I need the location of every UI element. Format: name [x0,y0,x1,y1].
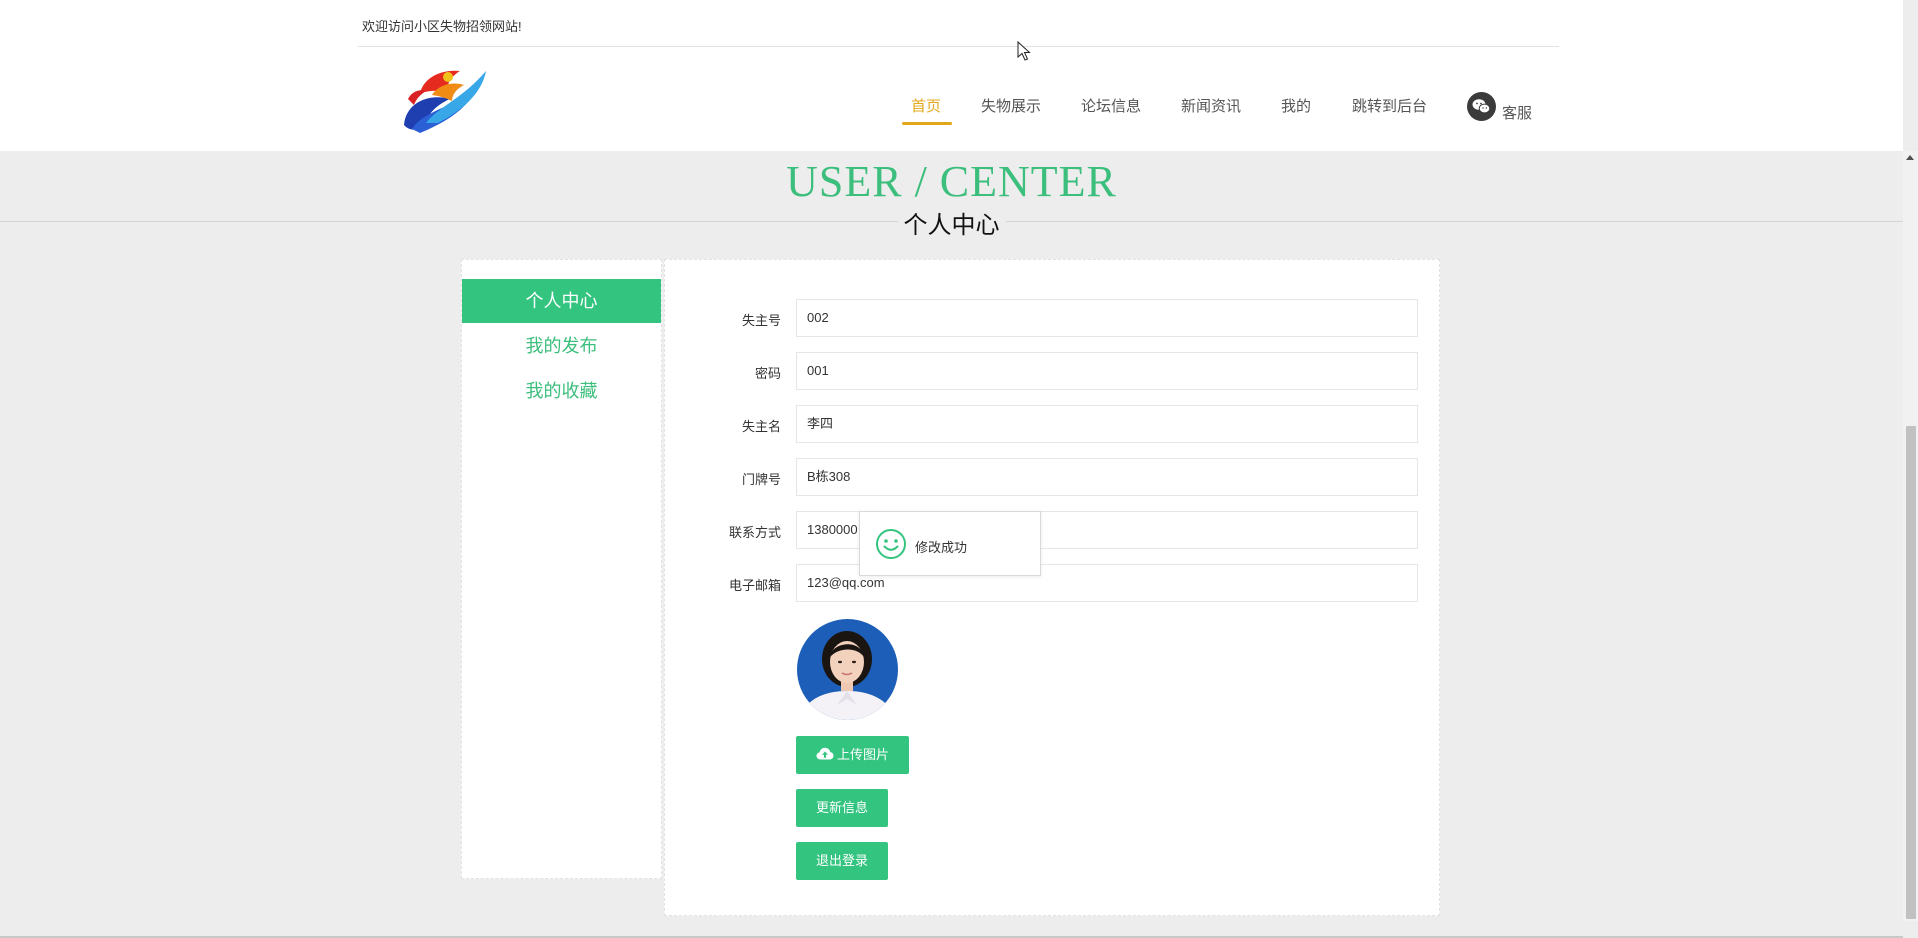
email-label: 电子邮箱 [728,578,781,593]
scroll-up-arrow-icon[interactable] [1906,155,1914,160]
password-field[interactable]: 001 [796,352,1418,390]
logout-button[interactable]: 退出登录 [796,842,888,880]
toast-message: 修改成功 [915,540,968,555]
nav-mine[interactable]: 我的 [1281,95,1311,116]
cloud-upload-icon [816,737,834,775]
update-info-button[interactable]: 更新信息 [796,789,888,827]
contact-label: 联系方式 [728,525,781,540]
welcome-text: 欢迎访问小区失物招领网站! [362,19,522,34]
banner-title: USER / CENTER [786,157,1117,206]
flame-logo-icon[interactable] [398,63,490,137]
smile-icon [875,528,907,560]
nav-news[interactable]: 新闻资讯 [1181,95,1241,116]
page-scrollbar[interactable] [1903,151,1918,921]
customer-service-link[interactable]: 客服 [1502,102,1532,123]
header-divider [358,46,1559,47]
owner-name-field[interactable]: 李四 [796,405,1418,443]
sidebar-item-my-posts[interactable]: 我的发布 [462,324,661,368]
nav-home[interactable]: 首页 [911,95,941,116]
owner-name-label: 失主名 [741,419,781,434]
upload-image-button[interactable]: 上传图片 [796,736,909,774]
banner-subtitle: 个人中心 [0,205,1903,240]
nav-lost-items[interactable]: 失物展示 [981,95,1041,116]
owner-id-field[interactable]: 002 [796,299,1418,337]
nav-forum[interactable]: 论坛信息 [1081,95,1141,116]
door-number-field[interactable]: B栋308 [796,458,1418,496]
wechat-icon[interactable] [1467,92,1496,121]
banner-subtitle-text: 个人中心 [897,212,1006,239]
owner-id-label: 失主号 [741,313,781,328]
sidebar-item-favorites[interactable]: 我的收藏 [462,369,661,413]
user-sidebar: 个人中心 我的发布 我的收藏 [461,259,662,879]
password-label: 密码 [754,366,781,381]
nav-admin[interactable]: 跳转到后台 [1352,95,1427,116]
success-toast: 修改成功 [859,511,1041,576]
door-number-label: 门牌号 [741,472,781,487]
upload-image-label: 上传图片 [836,747,889,762]
scroll-thumb[interactable] [1906,426,1916,919]
nav-active-underline [902,122,952,125]
top-header: 欢迎访问小区失物招领网站! 首页 失物展示 论坛信息 新闻资讯 我的 跳转到后台 [0,0,1903,151]
mouse-cursor-icon [1017,40,1031,66]
sidebar-item-profile[interactable]: 个人中心 [462,279,661,323]
avatar [797,619,898,720]
